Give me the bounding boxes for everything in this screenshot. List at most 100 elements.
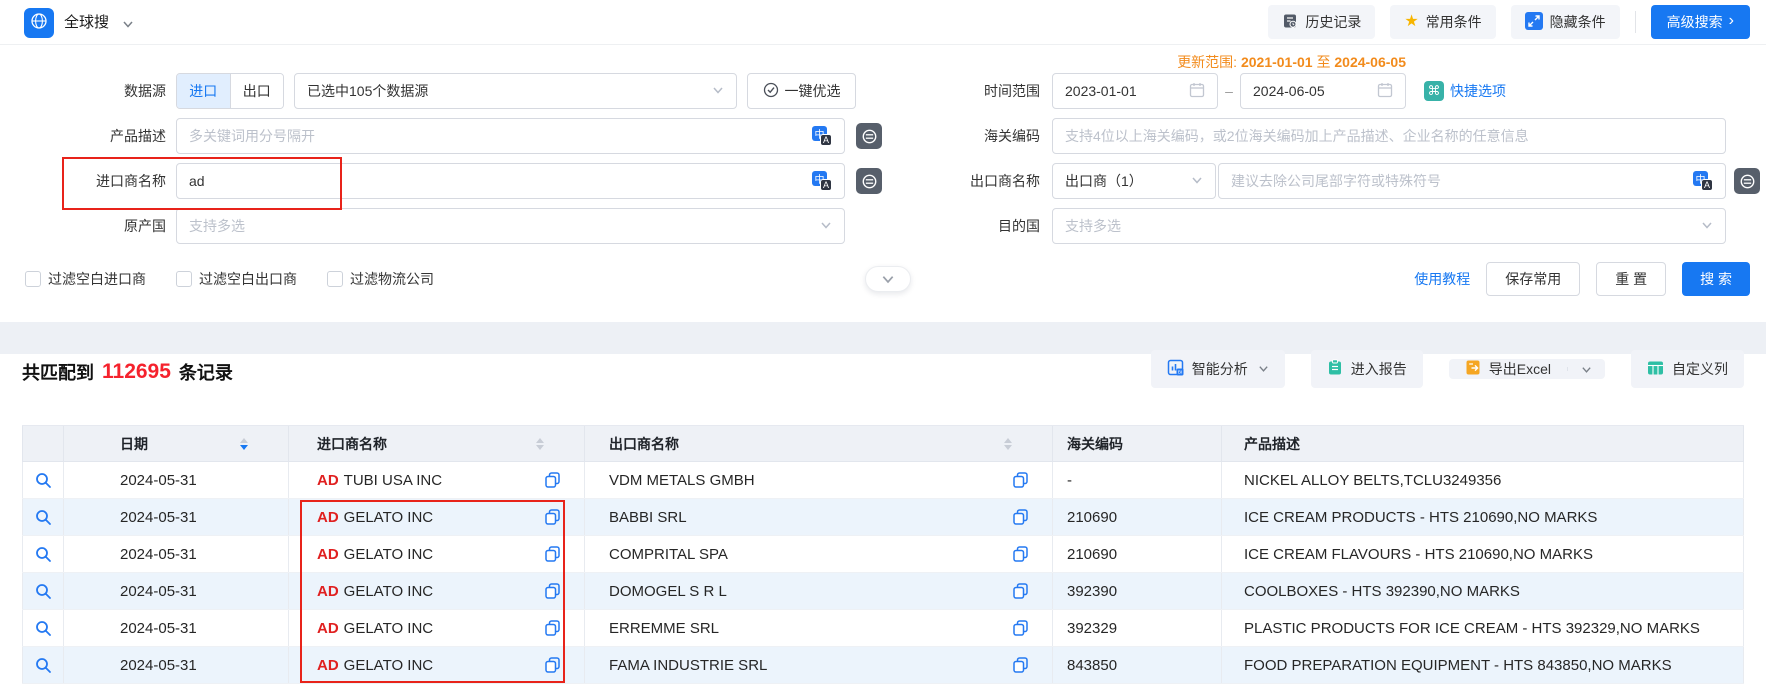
exporter-name-field: 中A (1218, 163, 1726, 199)
cell-hs-code: 392329 (1053, 610, 1222, 646)
update-range-end: 2024-06-05 (1334, 54, 1406, 70)
topbar: 全球搜 历史记录 ★ 常用条件 隐藏条件 高级搜 (0, 0, 1766, 45)
copy-icon[interactable] (545, 583, 560, 599)
exporter-type-value: 出口商（1） (1065, 171, 1191, 191)
copy-icon[interactable] (1013, 546, 1028, 562)
reset-button[interactable]: 重 置 (1596, 262, 1666, 296)
translate-icon[interactable]: 中A (1693, 171, 1713, 191)
sort-importer[interactable] (536, 438, 544, 450)
export-excel-button[interactable]: 导出Excel (1449, 359, 1567, 379)
data-source-select[interactable]: 已选中105个数据源 (294, 73, 737, 109)
copy-icon[interactable] (545, 620, 560, 636)
importer-keyword-highlight: AD (317, 509, 339, 526)
importer-name: GELATO INC (344, 620, 433, 637)
calendar-icon (1377, 82, 1393, 101)
save-favorite-button[interactable]: 保存常用 (1486, 262, 1580, 296)
cell-importer: AD GELATO INC (289, 610, 585, 646)
cell-hs-code: 210690 (1053, 536, 1222, 572)
cell-description: ICE CREAM FLAVOURS - HTS 210690,NO MARKS (1222, 536, 1744, 572)
data-source-label: 数据源 (40, 73, 166, 109)
favorites-button[interactable]: ★ 常用条件 (1390, 5, 1495, 39)
checkbox-icon (327, 271, 343, 287)
cell-date: 2024-05-31 (64, 647, 289, 683)
copy-icon[interactable] (545, 546, 560, 562)
checkbox-filter-logistics[interactable]: 过滤物流公司 (327, 269, 434, 289)
custom-columns-label: 自定义列 (1672, 359, 1728, 379)
importer-keyword-highlight: AD (317, 620, 339, 637)
checkbox-filter-blank-exporter[interactable]: 过滤空白出口商 (176, 269, 297, 289)
cell-hs-code: 210690 (1053, 499, 1222, 535)
results-table: 日期 进口商名称 出口商名称 (22, 425, 1744, 684)
tutorial-link[interactable]: 使用教程 (1414, 269, 1470, 289)
row-detail-cell (22, 536, 64, 572)
table-row: 2024-05-31ADGELATO INCCOMPRITAL SPA21069… (22, 536, 1744, 573)
checkbox-filter-blank-importer[interactable]: 过滤空白进口商 (25, 269, 146, 289)
copy-icon[interactable] (545, 472, 560, 488)
search-button[interactable]: 搜 索 (1682, 262, 1750, 296)
summary-prefix: 共匹配到 (22, 359, 94, 385)
exporter-name: FAMA INDUSTRIE SRL (609, 657, 767, 674)
history-button[interactable]: 历史记录 (1268, 5, 1375, 39)
hide-conditions-button[interactable]: 隐藏条件 (1511, 5, 1620, 39)
collapse-form-button[interactable] (865, 266, 911, 292)
date-range-separator: – (1222, 73, 1236, 109)
copy-icon[interactable] (1013, 620, 1028, 636)
row-detail-cell (22, 647, 64, 683)
magnifier-icon[interactable] (35, 657, 52, 674)
import-export-segment: 进口 出口 (176, 73, 284, 109)
cell-date: 2024-05-31 (64, 610, 289, 646)
one-click-optimize-label: 一键优选 (785, 81, 841, 101)
cell-exporter: VDM METALS GMBH (585, 462, 1053, 498)
custom-columns-button[interactable]: 自定义列 (1631, 350, 1744, 388)
table-row: 2024-05-31ADGELATO INCFAMA INDUSTRIE SRL… (22, 647, 1744, 684)
exclude-filter-icon[interactable] (856, 168, 882, 194)
one-click-optimize-button[interactable]: 一键优选 (747, 73, 856, 109)
magnifier-icon[interactable] (35, 472, 52, 489)
smart-analysis-button[interactable]: BI 智能分析 (1151, 350, 1285, 388)
copy-icon[interactable] (545, 509, 560, 525)
translate-icon[interactable]: 中A (812, 126, 832, 146)
destination-country-select[interactable]: 支持多选 (1052, 208, 1726, 244)
date-start-input[interactable]: 2023-01-01 (1052, 73, 1218, 109)
magnifier-icon[interactable] (35, 620, 52, 637)
translate-icon[interactable]: 中A (812, 171, 832, 191)
sort-date[interactable] (240, 438, 248, 450)
copy-icon[interactable] (1013, 472, 1028, 488)
exclude-filter-icon[interactable] (856, 123, 882, 149)
exporter-type-select[interactable]: 出口商（1） (1052, 163, 1216, 199)
export-more-button[interactable] (1568, 359, 1605, 379)
app-logo[interactable] (24, 8, 54, 38)
magnifier-icon[interactable] (35, 546, 52, 563)
copy-icon[interactable] (1013, 657, 1028, 673)
cell-description: FOOD PREPARATION EQUIPMENT - HTS 843850,… (1222, 647, 1744, 683)
copy-icon[interactable] (1013, 509, 1028, 525)
title-chevron-down-icon[interactable] (122, 17, 134, 35)
form-actions: 使用教程 保存常用 重 置 搜 索 (1414, 262, 1750, 296)
product-desc-input[interactable] (189, 128, 812, 144)
hs-code-input[interactable] (1065, 128, 1713, 144)
hide-conditions-label: 隐藏条件 (1550, 12, 1606, 32)
exclude-filter-icon[interactable] (1734, 168, 1760, 194)
tab-export[interactable]: 出口 (230, 74, 284, 108)
chevron-down-icon (820, 218, 832, 234)
advanced-search-button[interactable]: 高级搜索 › (1651, 5, 1750, 39)
magnifier-icon[interactable] (35, 509, 52, 526)
date-end-input[interactable]: 2024-06-05 (1240, 73, 1406, 109)
importer-name-input[interactable] (189, 173, 812, 189)
origin-country-select[interactable]: 支持多选 (176, 208, 845, 244)
sort-exporter[interactable] (1004, 438, 1012, 450)
copy-icon[interactable] (545, 657, 560, 673)
checkbox-label: 过滤物流公司 (350, 269, 434, 289)
checkbox-icon (176, 271, 192, 287)
copy-icon[interactable] (1013, 583, 1028, 599)
magnifier-icon[interactable] (35, 583, 52, 600)
quick-options-link[interactable]: ⌘ 快捷选项 (1424, 81, 1506, 101)
enter-report-button[interactable]: 进入报告 (1311, 350, 1423, 388)
tab-import[interactable]: 进口 (177, 74, 230, 108)
cell-importer: ADTUBI USA INC (289, 462, 585, 498)
bi-chart-icon: BI (1167, 359, 1184, 379)
svg-text:BI: BI (1178, 370, 1182, 375)
exporter-name-input[interactable] (1231, 173, 1693, 189)
cell-description: ICE CREAM PRODUCTS - HTS 210690,NO MARKS (1222, 499, 1744, 535)
chevron-down-icon (1701, 218, 1713, 234)
